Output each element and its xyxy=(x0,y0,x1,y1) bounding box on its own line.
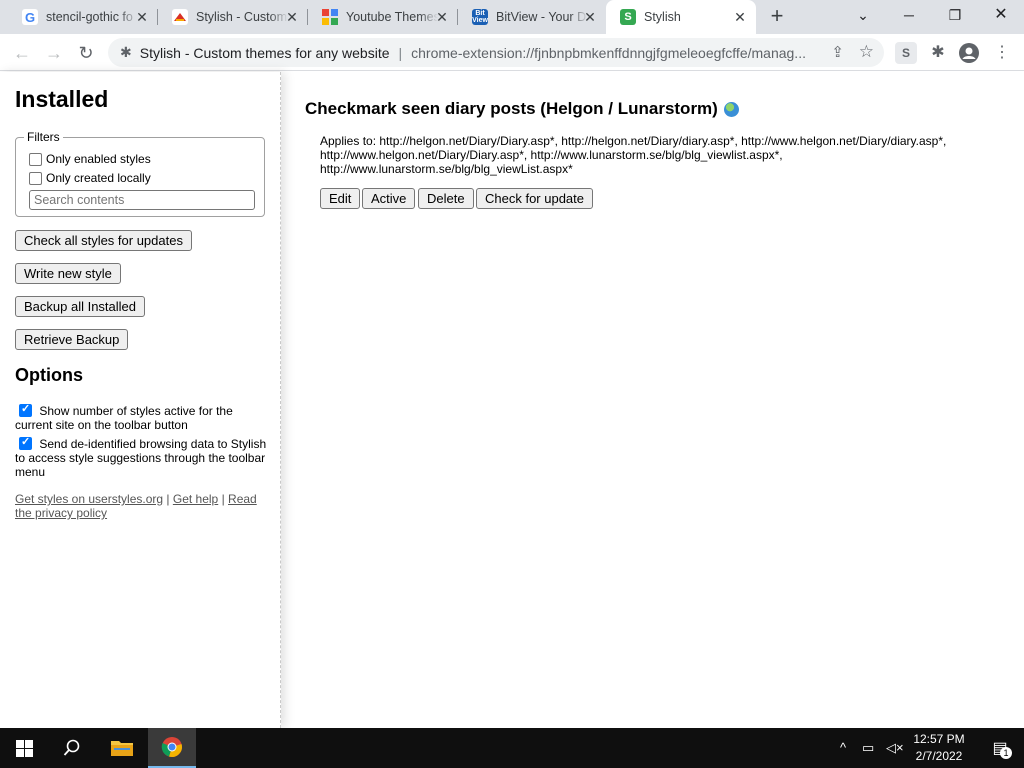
send-data-checkbox[interactable] xyxy=(19,435,32,450)
clock-date: 2/7/2022 xyxy=(915,749,963,763)
only-local-checkbox[interactable] xyxy=(29,171,42,185)
get-styles-link[interactable]: Get styles on userstyles.org xyxy=(15,492,163,506)
notification-count-badge: 1 xyxy=(1000,747,1012,759)
address-bar[interactable]: ✱ Stylish - Custom themes for any websit… xyxy=(108,38,884,67)
tray-chevron-icon[interactable]: ^ xyxy=(840,740,846,755)
windows-taskbar: ^ ▭ ◁× 12:57 PM 2/7/2022 ▤ 1 xyxy=(0,728,1024,768)
close-window-button[interactable]: ✕ xyxy=(978,0,1024,30)
close-tab-icon[interactable]: ✕ xyxy=(434,9,450,25)
windows-logo-icon xyxy=(15,739,33,757)
minimize-button[interactable]: ─ xyxy=(886,0,932,30)
forward-button[interactable]: → xyxy=(42,41,66,65)
close-tab-icon[interactable]: ✕ xyxy=(134,9,150,25)
show-count-checkbox[interactable] xyxy=(19,402,32,417)
share-icon[interactable]: ⇪ xyxy=(831,43,844,61)
bookmark-star-icon[interactable]: ☆ xyxy=(859,42,874,62)
tab-youtube-themes[interactable]: Youtube Themes ✕ xyxy=(308,0,458,34)
only-enabled-checkbox[interactable] xyxy=(29,152,42,166)
close-tab-icon[interactable]: ✕ xyxy=(284,9,300,25)
page-content: Installed Filters Only enabled styles On… xyxy=(0,72,1024,728)
url-text[interactable]: chrome-extension://fjnbnpbmkenffdnngjfgm… xyxy=(411,45,819,61)
tab-bitview[interactable]: Bit View BitView - Your D ✕ xyxy=(458,0,606,34)
puzzle-icon: ✱ xyxy=(120,44,132,60)
themes-icon xyxy=(322,9,338,25)
delete-button[interactable]: Delete xyxy=(418,188,474,209)
show-count-option[interactable]: Show number of styles active for the cur… xyxy=(15,402,267,432)
browser-menu-icon[interactable]: ⋮ xyxy=(991,42,1013,64)
tab-stylish-custom[interactable]: Stylish - Custom ✕ xyxy=(158,0,308,34)
close-tab-icon[interactable]: ✕ xyxy=(732,9,748,25)
search-button[interactable] xyxy=(48,728,96,768)
tab-strip: G stencil-gothic fo ✕ Stylish - Custom ✕… xyxy=(0,0,1024,34)
get-help-link[interactable]: Get help xyxy=(173,492,218,506)
backup-all-button[interactable]: Backup all Installed xyxy=(15,296,146,317)
active-button[interactable]: Active xyxy=(362,188,416,209)
extensions-puzzle-icon[interactable]: ✱ xyxy=(927,42,949,64)
system-clock[interactable]: 12:57 PM 2/7/2022 xyxy=(900,731,978,765)
close-tab-icon[interactable]: ✕ xyxy=(582,9,598,25)
only-enabled-filter[interactable]: Only enabled styles xyxy=(29,152,151,166)
stylish-hat-icon xyxy=(172,9,188,25)
search-contents-input[interactable] xyxy=(29,190,255,210)
installed-heading: Installed xyxy=(15,86,109,112)
globe-icon xyxy=(723,101,739,117)
reload-button[interactable]: ↻ xyxy=(74,41,98,65)
clock-time: 12:57 PM xyxy=(913,732,965,746)
file-explorer-button[interactable] xyxy=(98,728,146,768)
check-all-updates-button[interactable]: Check all styles for updates xyxy=(15,230,192,251)
stylish-s-icon: S xyxy=(620,9,636,25)
google-icon: G xyxy=(22,9,38,25)
bitview-icon: Bit View xyxy=(472,9,488,25)
search-icon xyxy=(63,739,80,756)
browser-toolbar: ← → ↻ ✱ Stylish - Custom themes for any … xyxy=(0,34,1024,71)
folder-icon xyxy=(111,741,133,756)
style-entry-title: Checkmark seen diary posts (Helgon / Lun… xyxy=(305,99,739,119)
tab-stylish-active[interactable]: S Stylish ✕ xyxy=(606,0,756,34)
tab-google-search[interactable]: G stencil-gothic fo ✕ xyxy=(8,0,158,34)
back-button[interactable]: ← xyxy=(10,41,34,65)
write-new-style-button[interactable]: Write new style xyxy=(15,263,121,284)
chrome-icon xyxy=(161,737,182,757)
profile-avatar-icon[interactable] xyxy=(959,43,979,63)
check-for-update-button[interactable]: Check for update xyxy=(476,188,594,209)
tab-search-button[interactable]: ⌄ xyxy=(840,0,886,30)
filters-legend: Filters xyxy=(24,130,63,144)
sidebar: Installed Filters Only enabled styles On… xyxy=(0,72,281,728)
network-icon[interactable]: ▭ xyxy=(862,740,874,756)
new-tab-button[interactable]: + xyxy=(764,5,790,29)
stylish-extension-icon[interactable]: S xyxy=(895,42,917,64)
filters-fieldset: Filters Only enabled styles Only created… xyxy=(15,130,265,217)
retrieve-backup-button[interactable]: Retrieve Backup xyxy=(15,329,129,350)
options-heading: Options xyxy=(15,365,83,385)
only-local-filter[interactable]: Only created locally xyxy=(29,171,151,185)
notification-center-button[interactable]: ▤ 1 xyxy=(976,728,1024,768)
chrome-taskbar-button[interactable] xyxy=(148,728,196,768)
site-name: Stylish - Custom themes for any website xyxy=(139,44,390,61)
start-button[interactable] xyxy=(0,728,48,768)
footer-links: Get styles on userstyles.org | Get help … xyxy=(15,492,257,520)
edit-button[interactable]: Edit xyxy=(320,188,361,209)
maximize-button[interactable]: ❐ xyxy=(932,0,978,30)
applies-to-text: Applies to: http://helgon.net/Diary/Diar… xyxy=(320,134,947,176)
send-data-option[interactable]: Send de-identified browsing data to Styl… xyxy=(15,435,267,479)
